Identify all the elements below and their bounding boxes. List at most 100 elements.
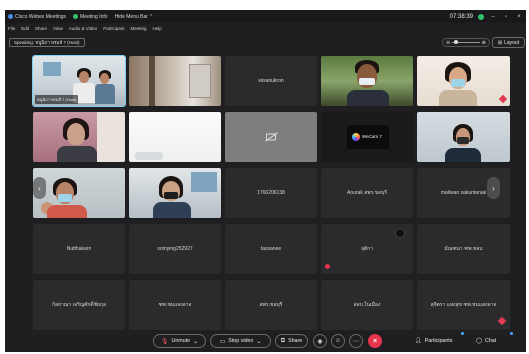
participant-video: [417, 56, 510, 106]
video-camera-icon: ▭: [219, 338, 226, 345]
meeting-clock: 07:38:39: [449, 13, 473, 20]
muted-mic-icon: [325, 264, 330, 269]
close-icon: ×: [372, 337, 378, 345]
participant-tile[interactable]: somying252927: [129, 224, 221, 274]
hide-menu-bar-button[interactable]: Hide Menu Bar ^: [115, 14, 153, 20]
participant-tile[interactable]: จุติกา: [321, 224, 413, 274]
smiley-icon: ☺: [334, 338, 342, 344]
chevron-left-icon: ‹: [38, 183, 41, 193]
participant-tile[interactable]: Anurak สพร.ชลบุรี: [321, 168, 413, 218]
participant-video: [33, 112, 125, 162]
participant-tile[interactable]: [417, 56, 510, 106]
participant-tile[interactable]: WeCam 7: [321, 112, 413, 162]
participant-tile[interactable]: [129, 56, 221, 106]
menu-share[interactable]: Share: [35, 26, 47, 31]
wecam-overlay-text: WeCam 7: [362, 134, 382, 139]
participant-video: [33, 168, 125, 218]
participant-tile[interactable]: [129, 168, 221, 218]
menu-bar: File Edit Share View Audio & Video Parti…: [5, 23, 526, 33]
heart-reaction-icon: [497, 316, 507, 326]
participant-video: [129, 56, 221, 106]
participant-name: จุติกา: [360, 246, 373, 252]
record-button[interactable]: ◉: [313, 334, 327, 348]
participant-name: Nutthakarn: [66, 246, 92, 252]
participant-tile[interactable]: [321, 56, 413, 106]
participant-name: somying252927: [157, 246, 193, 252]
record-icon: ◉: [317, 338, 323, 345]
participant-name: สอบ.ในเมือง: [353, 302, 381, 308]
video-grid: หนูนิภา พรมลี 7 (Host) wisanukron WeCam …: [32, 55, 510, 332]
chevron-up-icon: ^: [149, 13, 153, 20]
tile-zoom-slider[interactable]: ⊖ ⊕: [442, 38, 490, 47]
participant-tile[interactable]: [33, 168, 125, 218]
close-icon[interactable]: ×: [515, 14, 523, 20]
chat-button[interactable]: ◯ Chat: [476, 334, 496, 348]
share-button[interactable]: ⧉ Share: [275, 334, 308, 348]
participants-button[interactable]: 👤︎ Participants: [415, 334, 452, 348]
camera-off-icon: [266, 133, 276, 141]
info-bar: Speaking: หนูนิภา พรมลี 7 (Host) ⊖ ⊕ ⊞ L…: [5, 34, 526, 50]
participant-name: สุจิตรา แสงสุข ฑพ.ชมแสงอาจ: [430, 302, 497, 308]
share-screen-icon: ⧉: [280, 337, 286, 344]
participants-icon: 👤︎: [415, 338, 422, 344]
unmute-button[interactable]: 🎙︎ Unmute ⌄: [153, 334, 206, 348]
participant-name: 1766206138: [257, 190, 285, 196]
participant-name-label: หนูนิภา พรมลี 7 (Host): [35, 95, 79, 104]
participant-tile[interactable]: สพร.ชลบุรี: [225, 280, 317, 330]
participant-name: มัณฑนา ฑพ.ชลบ: [444, 246, 483, 252]
participant-tile[interactable]: กัลยาณา เจริญศักดิ์ชัยกุล: [33, 280, 125, 330]
zoom-slider-handle[interactable]: [454, 40, 459, 44]
participant-name: Anurak สพร.ชลบุรี: [347, 190, 387, 196]
participant-video: [417, 112, 510, 162]
stop-video-button[interactable]: ▭ Stop video ⌄: [210, 334, 271, 348]
speaking-indicator: Speaking: หนูนิภา พรมลี 7 (Host): [9, 38, 85, 47]
participant-video: WeCam 7: [321, 112, 413, 162]
menu-help[interactable]: Help: [152, 26, 161, 31]
participant-tile[interactable]: สุจิตรา แสงสุข ฑพ.ชมแสงอาจ: [417, 280, 510, 330]
participant-name: wisanukron: [258, 78, 284, 84]
grid-icon: ⊞: [497, 39, 503, 46]
participant-tile[interactable]: tassanee: [225, 224, 317, 274]
participant-tile[interactable]: Nutthakarn: [33, 224, 125, 274]
zoom-in-icon[interactable]: ⊕: [482, 40, 486, 46]
participant-video: [321, 56, 413, 106]
menu-view[interactable]: View: [53, 26, 63, 31]
menu-audio-video[interactable]: Audio & Video: [69, 26, 97, 31]
app-title: Cisco Webex Meetings: [8, 14, 66, 20]
more-icon: ⋯: [353, 338, 359, 345]
participant-tile[interactable]: [129, 112, 221, 162]
next-page-button[interactable]: ›: [487, 177, 500, 199]
notification-dot-icon: [461, 332, 464, 335]
participant-tile[interactable]: [33, 112, 125, 162]
minimize-icon[interactable]: –: [489, 14, 497, 20]
webex-logo-icon: [8, 14, 13, 19]
participant-tile[interactable]: มัณฑนา ฑพ.ชลบ: [417, 224, 510, 274]
participant-tile[interactable]: wisanukron: [225, 56, 317, 106]
chevron-down-icon: ⌄: [256, 338, 262, 345]
participant-tile[interactable]: [225, 112, 317, 162]
chevron-down-icon: ⌄: [193, 338, 199, 345]
muted-mic-icon: 🎙︎: [160, 338, 169, 345]
wecam-logo-icon: [352, 133, 360, 141]
reactions-button[interactable]: ☺: [331, 334, 345, 348]
layout-button[interactable]: ⊞ Layout: [492, 37, 525, 48]
more-options-button[interactable]: ⋯: [349, 334, 363, 348]
menu-file[interactable]: File: [8, 26, 15, 31]
connection-status-icon: [478, 13, 484, 20]
maximize-icon[interactable]: ▫: [502, 14, 510, 20]
participant-tile[interactable]: [417, 112, 510, 162]
participant-tile[interactable]: หนูนิภา พรมลี 7 (Host): [32, 55, 126, 107]
participant-name: กัลยาณา เจริญศักดิ์ชัยกุล: [51, 302, 107, 308]
meeting-info-button[interactable]: Meeting Info: [73, 14, 108, 20]
menu-meeting[interactable]: Meeting: [130, 26, 146, 31]
webex-window: Cisco Webex Meetings Meeting Info Hide M…: [5, 10, 526, 352]
menu-edit[interactable]: Edit: [21, 26, 29, 31]
previous-page-button[interactable]: ‹: [33, 177, 46, 199]
participant-name: tassanee: [260, 246, 282, 252]
menu-participant[interactable]: Participant: [103, 26, 124, 31]
end-meeting-button[interactable]: ×: [368, 334, 382, 348]
participant-tile[interactable]: ฑพ.ชมแสงอาจ: [129, 280, 221, 330]
participant-tile[interactable]: สอบ.ในเมือง: [321, 280, 413, 330]
participant-tile[interactable]: 1766206138: [225, 168, 317, 218]
zoom-out-icon[interactable]: ⊖: [446, 40, 450, 46]
